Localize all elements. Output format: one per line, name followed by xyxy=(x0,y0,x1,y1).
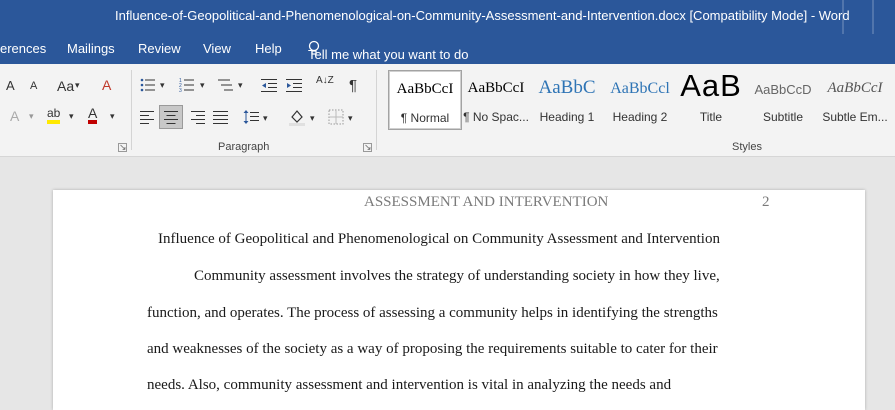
style-subtitle[interactable]: AaBbCcD Subtitle xyxy=(747,70,819,128)
body-line[interactable]: function, and operates. The process of a… xyxy=(147,305,718,322)
paragraph-group-label: Paragraph xyxy=(218,141,270,153)
style-preview: AaBbCcI xyxy=(827,80,883,96)
body-line[interactable]: needs. Also, community assessment and in… xyxy=(147,377,671,394)
body-line[interactable]: and weaknesses of the society as a way o… xyxy=(147,341,718,358)
style-preview: AaBbCcI xyxy=(396,81,454,97)
chevron-down-icon[interactable]: ▾ xyxy=(348,113,353,124)
change-case-icon[interactable]: Aa xyxy=(57,78,74,94)
chevron-down-icon[interactable]: ▾ xyxy=(75,80,80,91)
title-decoration xyxy=(842,0,844,34)
style-subtle-emphasis[interactable]: AaBbCcI Subtle Em... xyxy=(819,70,891,128)
body-line[interactable]: Community assessment involves the strate… xyxy=(194,268,720,285)
style-name: ¶ Normal xyxy=(400,111,450,125)
tell-me-label: Tell me what you want to do xyxy=(308,47,469,62)
grow-font-icon[interactable]: A xyxy=(6,78,15,93)
multilevel-list-icon[interactable] xyxy=(218,77,234,93)
style-no-spacing[interactable]: AaBbCcI ¶ No Spac... xyxy=(460,70,532,128)
chevron-down-icon[interactable]: ▾ xyxy=(29,111,34,122)
decrease-indent-icon[interactable] xyxy=(261,77,277,93)
align-right-icon[interactable] xyxy=(189,110,205,124)
chevron-down-icon[interactable]: ▾ xyxy=(69,111,74,122)
numbering-icon[interactable]: 1 2 3 xyxy=(179,77,195,93)
chevron-down-icon[interactable]: ▾ xyxy=(160,80,165,91)
text-effects-icon[interactable]: A xyxy=(10,108,19,124)
running-head: ASSESSMENT AND INTERVENTION xyxy=(364,194,609,210)
style-preview: AaBbCcD xyxy=(754,82,812,97)
sort-icon[interactable]: A↓Z xyxy=(316,76,334,86)
align-center-button[interactable] xyxy=(159,105,183,129)
tab-mailings[interactable]: Mailings xyxy=(67,41,115,56)
justify-icon[interactable] xyxy=(213,110,229,124)
tab-review[interactable]: Review xyxy=(138,41,181,56)
style-name: Title xyxy=(699,110,723,124)
document-page[interactable]: ASSESSMENT AND INTERVENTION 2 Influence … xyxy=(53,190,865,410)
ribbon-tabs: erences Mailings Review View Help Tell m… xyxy=(0,34,895,64)
chevron-down-icon[interactable]: ▾ xyxy=(200,80,205,91)
highlight-icon[interactable]: ab xyxy=(47,106,61,124)
paragraph-dialog-launcher-icon[interactable]: ↘ xyxy=(363,143,372,152)
align-left-icon[interactable] xyxy=(140,110,156,124)
style-name: Heading 2 xyxy=(612,110,668,124)
tab-view[interactable]: View xyxy=(203,41,231,56)
align-center-icon xyxy=(164,111,178,124)
style-preview: AaBbC xyxy=(538,77,596,98)
title-decoration xyxy=(872,0,874,34)
show-formatting-marks-icon[interactable]: ¶ xyxy=(349,77,357,94)
bullets-icon[interactable] xyxy=(140,77,156,93)
font-color-icon[interactable]: A xyxy=(88,106,98,124)
style-heading-1[interactable]: AaBbC Heading 1 xyxy=(531,70,603,128)
borders-icon[interactable] xyxy=(328,109,344,125)
style-normal[interactable]: AaBbCcI ¶ Normal xyxy=(388,70,462,130)
styles-group-label: Styles xyxy=(732,141,762,153)
style-name: Heading 1 xyxy=(539,110,595,124)
tab-help[interactable]: Help xyxy=(255,41,282,56)
tab-references[interactable]: erences xyxy=(0,41,46,56)
style-heading-2[interactable]: AaBbCcl Heading 2 xyxy=(604,70,676,128)
style-preview: AaB xyxy=(680,68,742,103)
font-dialog-launcher-icon[interactable]: ↘ xyxy=(118,143,127,152)
chevron-down-icon[interactable]: ▾ xyxy=(110,111,115,122)
line-spacing-icon[interactable] xyxy=(243,109,259,125)
page-number: 2 xyxy=(762,194,770,210)
chevron-down-icon[interactable]: ▾ xyxy=(263,113,268,124)
style-preview: AaBbCcI xyxy=(467,80,525,96)
style-title[interactable]: AaB Title xyxy=(675,68,747,128)
style-name: Subtitle xyxy=(762,110,804,124)
ribbon-divider xyxy=(131,70,132,150)
window-title: Influence-of-Geopolitical-and-Phenomenol… xyxy=(115,8,850,23)
style-preview: AaBbCcl xyxy=(610,80,670,97)
clear-formatting-icon[interactable]: A xyxy=(102,77,111,93)
ribbon: A A Aa ▾ A A ▾ ab ▾ A ▾ ↘ ▾ 1 2 3 ▾ ▾ A↓… xyxy=(0,64,895,157)
increase-indent-icon[interactable] xyxy=(286,77,302,93)
chevron-down-icon[interactable]: ▾ xyxy=(310,113,315,124)
title-bar: Influence-of-Geopolitical-and-Phenomenol… xyxy=(0,0,895,34)
document-heading[interactable]: Influence of Geopolitical and Phenomenol… xyxy=(158,231,720,248)
shading-icon[interactable] xyxy=(288,108,306,126)
style-name: Subtle Em... xyxy=(822,110,888,124)
chevron-down-icon[interactable]: ▾ xyxy=(238,80,243,91)
tell-me-search[interactable]: Tell me what you want to do xyxy=(308,40,468,62)
style-name: ¶ No Spac... xyxy=(463,110,529,124)
ribbon-divider xyxy=(376,70,377,150)
svg-text:3: 3 xyxy=(179,88,182,93)
shrink-font-icon[interactable]: A xyxy=(30,80,37,92)
